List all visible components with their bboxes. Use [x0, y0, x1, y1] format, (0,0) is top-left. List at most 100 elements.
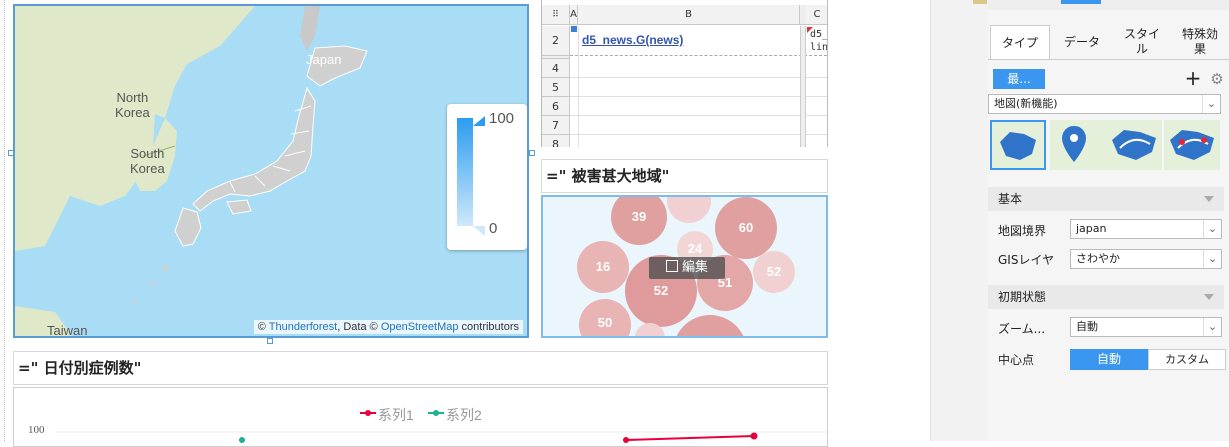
row-line — [570, 134, 827, 135]
line-chart-plot — [56, 410, 827, 443]
col-line — [800, 26, 806, 147]
properties-panel: タイプ データ スタイ ル 特殊効 果 最... + ⚙ 地図(新機能) ⌄ 基… — [988, 0, 1229, 441]
chevron-down-icon: ⌄ — [1202, 95, 1220, 113]
recent-types-button[interactable]: 最... — [993, 69, 1045, 89]
bubble-chart-widget[interactable]: 39 60 24 16 52 51 52 50 編集 — [541, 195, 828, 338]
column-header-a[interactable]: A — [570, 5, 578, 25]
legend-max-value: 100 — [489, 110, 515, 127]
gear-icon[interactable]: ⚙ — [1208, 70, 1226, 88]
section-initial-state[interactable]: 初期状態 — [988, 285, 1224, 309]
row-line — [570, 77, 827, 78]
zoom-value: 自動 — [1076, 320, 1098, 333]
center-custom-toggle[interactable]: カスタム — [1148, 349, 1226, 370]
gis-layer-select[interactable]: さわやか ⌄ — [1070, 249, 1222, 269]
map-type-flow-points-icon[interactable] — [1164, 120, 1220, 170]
openstreetmap-link[interactable]: OpenStreetMap — [381, 321, 459, 333]
map-type-area-icon[interactable] — [990, 120, 1046, 170]
label-taiwan: Taiwan — [47, 323, 88, 338]
label-japan: Japan — [306, 52, 342, 67]
tab-data[interactable]: データ — [1052, 25, 1112, 59]
resize-handle-left[interactable] — [8, 150, 14, 156]
column-header-b[interactable]: B — [578, 5, 800, 25]
add-icon[interactable]: + — [1184, 68, 1202, 89]
map-type-flow-icon[interactable] — [1106, 120, 1162, 170]
edit-chart-button[interactable]: 編集 — [649, 257, 725, 279]
row-header-4[interactable]: 4 — [542, 59, 570, 78]
edit-icon — [665, 260, 678, 272]
label-south-korea: South Korea — [130, 146, 165, 176]
row-header-8[interactable]: 8 — [542, 135, 570, 147]
tab-style[interactable]: スタイ ル — [1114, 25, 1170, 59]
row-line — [570, 96, 827, 97]
line-section-title[interactable]: =" 日付別症例数" — [13, 351, 828, 385]
legend-series1-label: 系列1 — [378, 407, 414, 423]
series1-point — [623, 437, 629, 443]
legend-series1-marker — [360, 410, 376, 416]
center-point-label: 中心点 — [998, 353, 1035, 367]
resize-handle-right[interactable] — [529, 150, 535, 156]
chart-type-select[interactable]: 地図(新機能) ⌄ — [988, 94, 1221, 114]
tab-divider — [988, 59, 1229, 60]
thunderforest-link[interactable]: Thunderforest — [269, 321, 337, 333]
y-axis-tick-top: 100 — [28, 424, 45, 436]
legend-min-handle[interactable] — [473, 226, 485, 236]
col-line — [578, 26, 579, 147]
tab-special-effects[interactable]: 特殊効 果 — [1172, 25, 1228, 59]
map-color-legend: 100 0 — [447, 104, 527, 250]
row-line — [570, 55, 827, 56]
spreadsheet-grid[interactable]: ⠿ A B C 2 4 5 6 7 8 d5_news.G(news) d5_ … — [541, 0, 828, 147]
zoom-label: ズーム... — [998, 322, 1046, 336]
resize-handle-bottom[interactable] — [267, 338, 273, 344]
collapse-icon — [1204, 196, 1214, 202]
series2-point — [239, 437, 245, 443]
bubble-small — [667, 197, 711, 223]
series1-point — [750, 432, 758, 440]
map-boundary-select[interactable]: japan ⌄ — [1070, 219, 1222, 239]
edit-button-label: 編集 — [681, 260, 708, 275]
select-all-corner-icon[interactable]: ⠿ — [542, 5, 570, 25]
chart-type-value: 地図(新機能) — [994, 97, 1058, 110]
row-header-2[interactable]: 2 — [542, 26, 570, 56]
bubble-16: 16 — [577, 241, 629, 293]
zoom-select[interactable]: 自動 ⌄ — [1070, 317, 1222, 337]
attribution-prefix: © — [257, 321, 269, 333]
label-north-korea: North Korea — [115, 90, 150, 120]
cell-c2-value[interactable]: d5_ lin — [810, 28, 827, 54]
bubble-section-title[interactable]: =" 被害甚大地域" — [541, 159, 828, 193]
thumbnail-icon — [973, 0, 987, 4]
section-basic-label: 基本 — [998, 192, 1023, 206]
row-header-7[interactable]: 7 — [542, 116, 570, 135]
ruler-guide — [4, 0, 5, 441]
japan-map-widget[interactable]: Japan North Korea South Korea Taiwan 100… — [13, 4, 529, 338]
bubble-39: 39 — [611, 197, 667, 245]
attribution-mid: , Data © — [337, 321, 381, 333]
legend-series2-label: 系列2 — [446, 407, 482, 423]
bubble-60: 60 — [715, 197, 777, 259]
chevron-down-icon: ⌄ — [1203, 250, 1221, 268]
legend-max-handle[interactable] — [473, 116, 485, 126]
row-header-5[interactable]: 5 — [542, 78, 570, 97]
collapse-icon — [1204, 294, 1214, 300]
legend-gradient-bar — [457, 118, 473, 226]
bubble-50: 50 — [579, 299, 631, 336]
map-boundary-value: japan — [1076, 222, 1107, 235]
section-basic[interactable]: 基本 — [988, 187, 1224, 211]
section-initial-label: 初期状態 — [998, 290, 1047, 304]
panel-gutter — [930, 0, 988, 441]
cell-expand-marker — [571, 26, 577, 32]
cell-b2-dataset-formula[interactable]: d5_news.G(news) — [582, 33, 683, 47]
row-header-6[interactable]: 6 — [542, 97, 570, 116]
map-type-point-icon[interactable] — [1050, 120, 1106, 170]
map-boundary-label: 地図境界 — [998, 224, 1047, 238]
map-attribution: © Thunderforest, Data © OpenStreetMap co… — [253, 320, 523, 334]
line-chart-widget[interactable]: 系列1 系列2 100 — [13, 387, 828, 447]
panel-top-bar — [988, 0, 1229, 10]
center-auto-toggle[interactable]: 自動 — [1070, 349, 1148, 370]
legend-min-value: 0 — [489, 220, 498, 237]
report-canvas: Japan North Korea South Korea Taiwan 100… — [0, 0, 930, 447]
column-header-c[interactable]: C — [806, 5, 827, 25]
chevron-down-icon: ⌄ — [1203, 318, 1221, 336]
gis-layer-value: さわやか — [1076, 252, 1120, 265]
bubble-52-right: 52 — [753, 251, 795, 293]
tab-type[interactable]: タイプ — [990, 25, 1050, 59]
